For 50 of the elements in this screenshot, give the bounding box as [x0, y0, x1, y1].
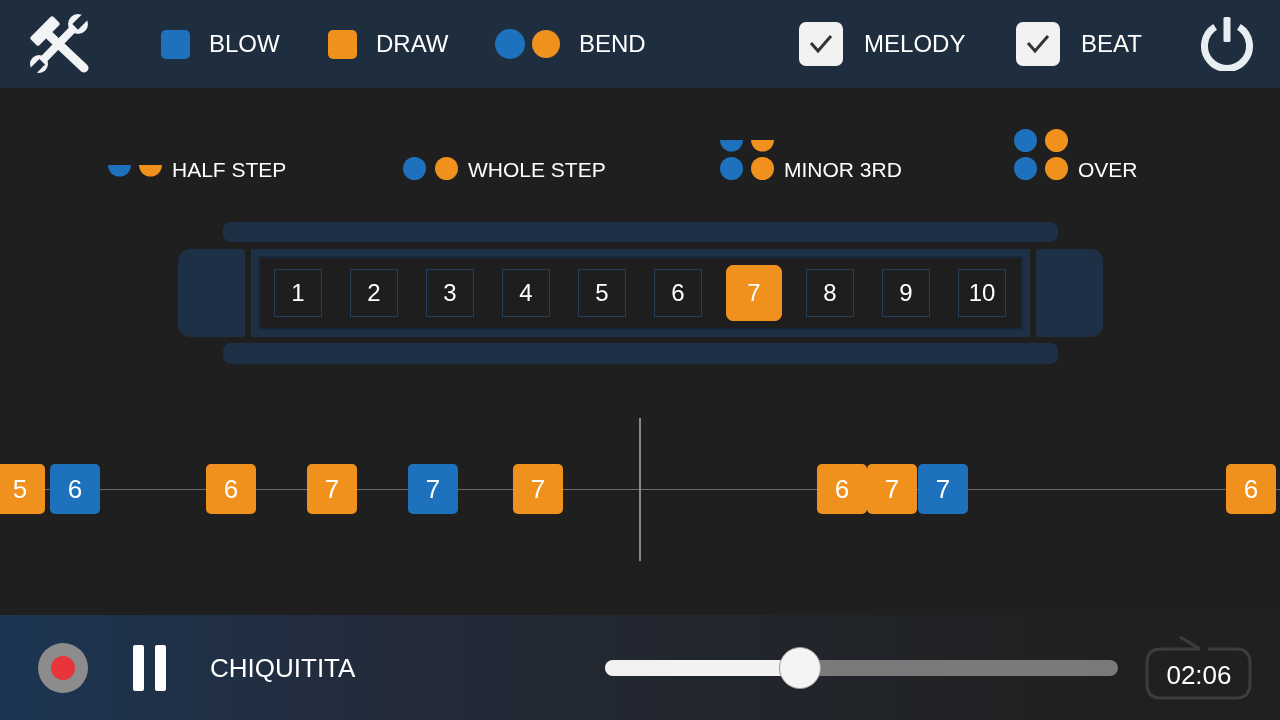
- legend-label: DRAW: [376, 30, 449, 58]
- play-pause-button[interactable]: [133, 644, 166, 691]
- note-tile: 6: [50, 464, 100, 514]
- note-tile: 6: [206, 464, 256, 514]
- record-icon: [38, 642, 88, 693]
- dot-grid-icon: [1014, 129, 1068, 180]
- note-tile: 5: [0, 464, 45, 514]
- harmonica-hole: 1: [274, 269, 322, 317]
- legend-label: BEND: [579, 30, 646, 58]
- harmonica-hole: 3: [426, 269, 474, 317]
- check-icon: [1026, 34, 1051, 54]
- harmonica-hole: 4: [502, 269, 550, 317]
- half-dots-icon: [108, 165, 162, 177]
- harmonica-hole: 9: [882, 269, 930, 317]
- harmonica-hole: 5: [578, 269, 626, 317]
- note-tile: 7: [408, 464, 458, 514]
- swatch-icon: [161, 29, 190, 59]
- harmonica-hole: 7: [726, 265, 782, 321]
- legend-label: MINOR 3RD: [784, 158, 902, 182]
- two-dots-icon: [495, 29, 560, 59]
- swatch-icon: [328, 29, 357, 59]
- repeat-button[interactable]: 02:06: [1145, 634, 1253, 701]
- note-tile: 7: [867, 464, 917, 514]
- harmonica-hole: 2: [350, 269, 398, 317]
- harmonica-hole: 6: [654, 269, 702, 317]
- note-tile: 6: [1226, 464, 1276, 514]
- checkbox[interactable]: [799, 22, 844, 66]
- toggle-label: BEAT: [1081, 30, 1142, 58]
- harmonica-hole: 8: [806, 269, 854, 317]
- two-dots-icon: [403, 157, 458, 180]
- seek-slider[interactable]: [605, 646, 1118, 689]
- legend-label: WHOLE STEP: [468, 158, 606, 182]
- legend-label: HALF STEP: [172, 158, 287, 182]
- note-tile: 7: [307, 464, 357, 514]
- power-button[interactable]: [1200, 17, 1254, 71]
- power-icon: [1200, 17, 1254, 71]
- dot-stack-icon: [720, 140, 774, 180]
- note-tile: 7: [513, 464, 563, 514]
- harmonica-hole: 10: [958, 269, 1006, 317]
- record-button[interactable]: [38, 642, 88, 693]
- legend-label: OVER: [1078, 158, 1138, 182]
- toggle-label: MELODY: [864, 30, 966, 58]
- checkbox[interactable]: [1016, 22, 1061, 66]
- pause-icon: [133, 644, 166, 691]
- legend-label: BLOW: [209, 30, 280, 58]
- slider-thumb[interactable]: [779, 646, 822, 689]
- note-tile: 7: [918, 464, 968, 514]
- song-title: CHIQUITITA: [210, 652, 356, 683]
- note-tile: 6: [817, 464, 867, 514]
- check-icon: [809, 34, 834, 54]
